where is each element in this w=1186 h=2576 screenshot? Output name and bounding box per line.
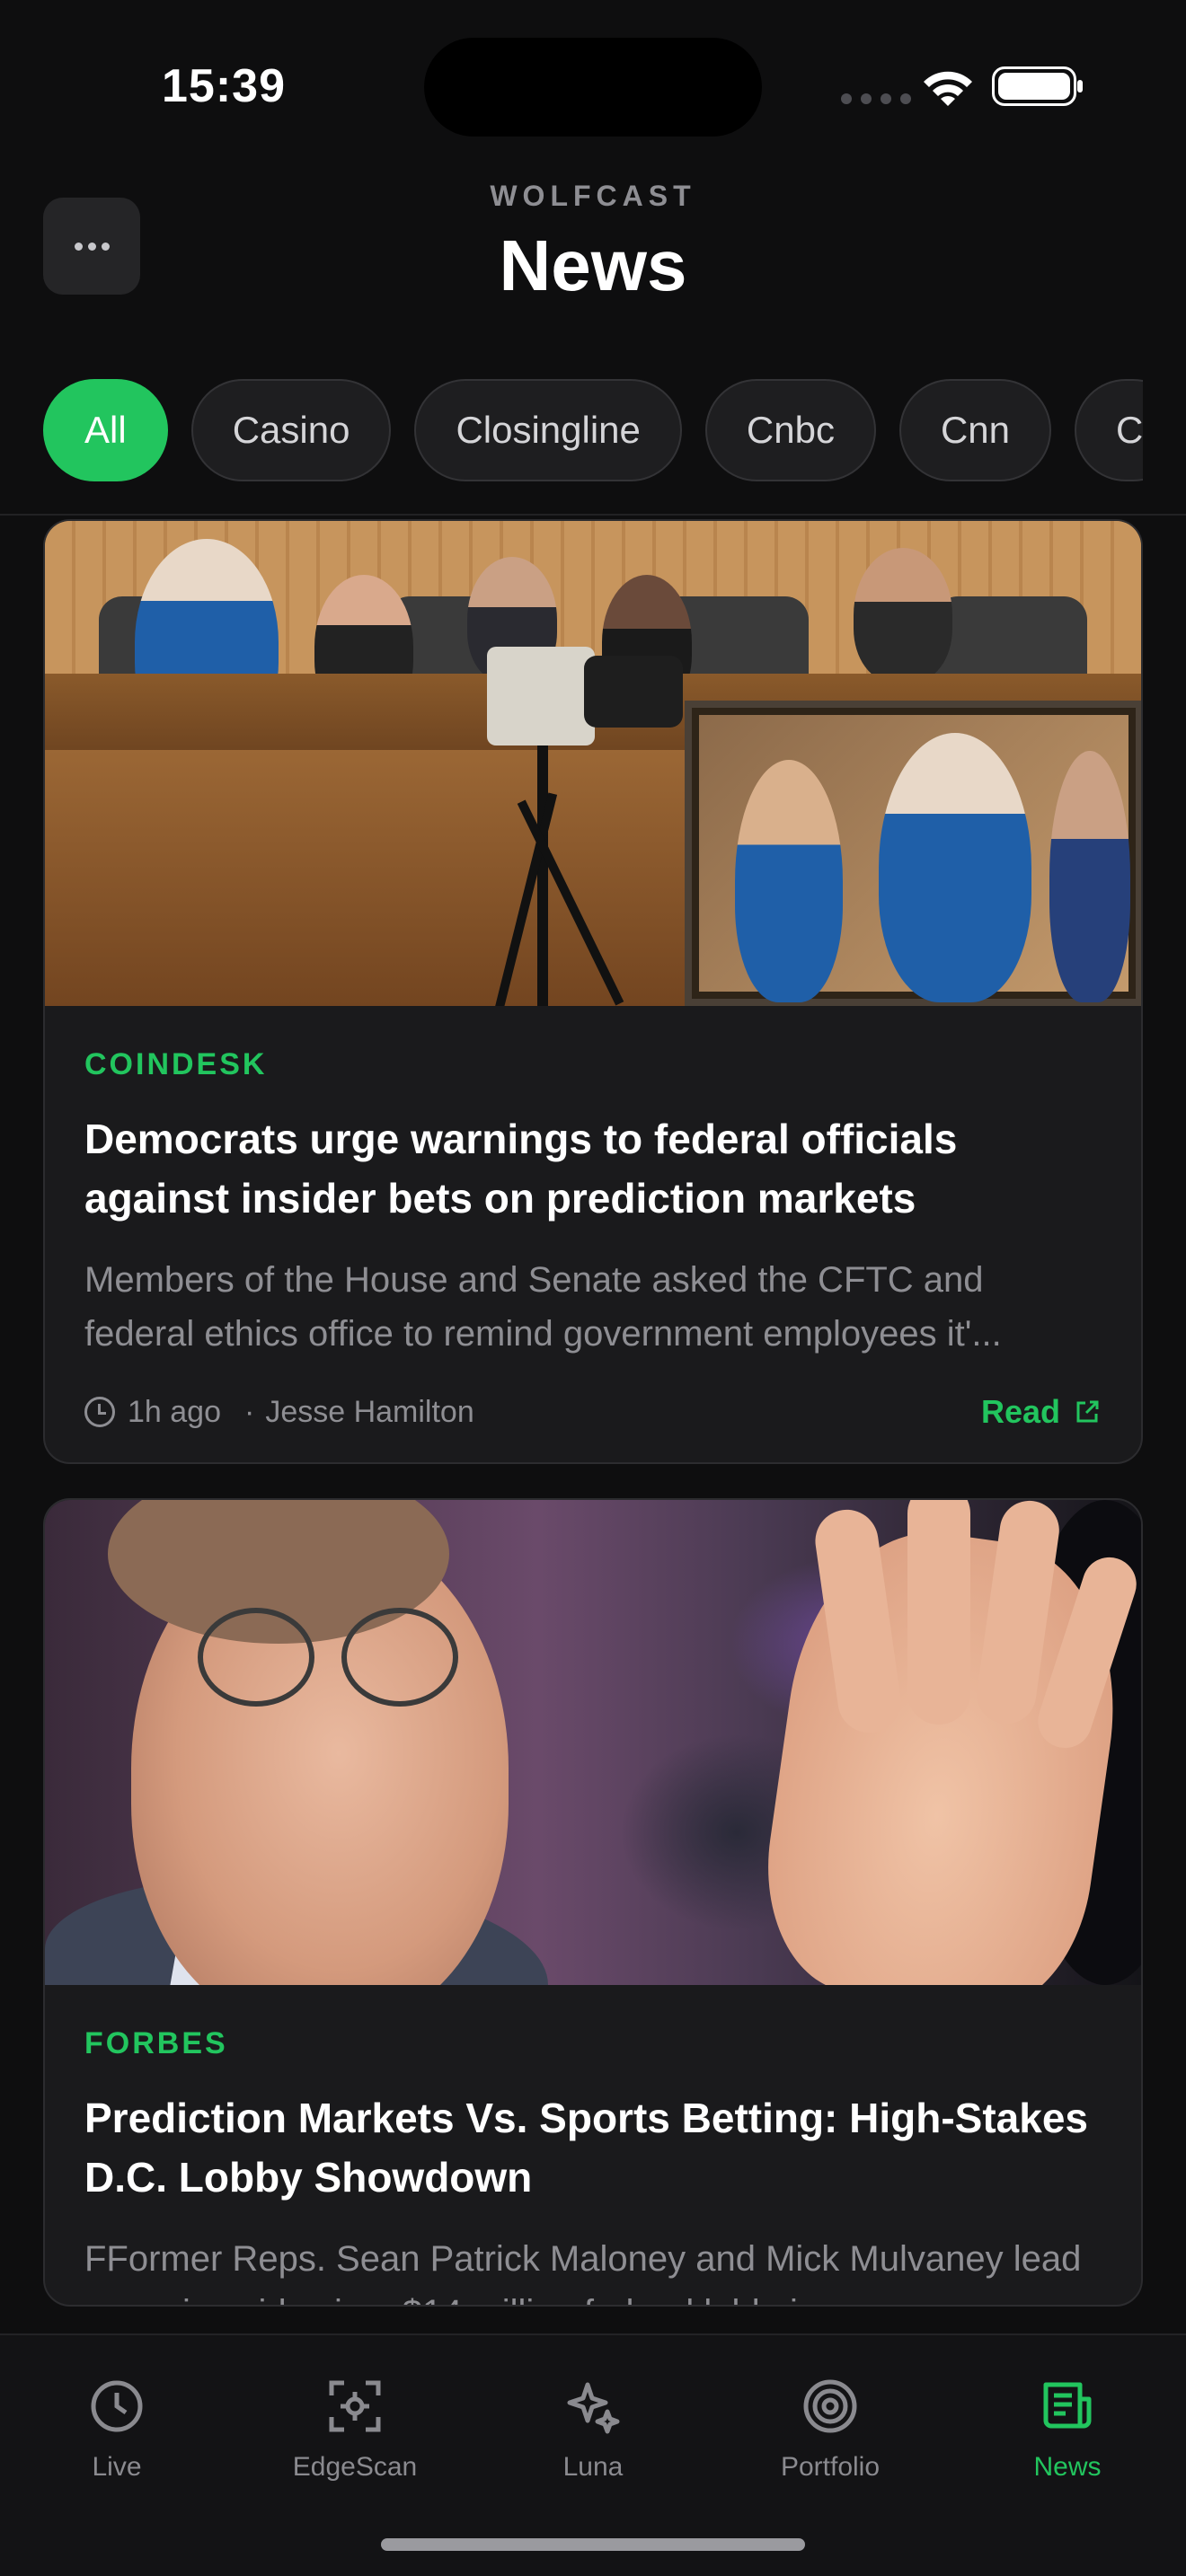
tab-label: Portfolio	[780, 2452, 881, 2482]
cellular-signal-icon	[841, 93, 911, 104]
filter-chip-cnbc[interactable]: Cnbc	[704, 379, 876, 481]
source-filter-bar: All Casino Closingline Cnbc Cnn C	[43, 379, 1143, 481]
read-label: Read	[980, 1393, 1060, 1430]
tab-luna[interactable]: Luna	[503, 2375, 683, 2483]
article-source: COINDESK	[84, 1047, 268, 1081]
tab-news[interactable]: News	[978, 2375, 1157, 2483]
wifi-icon	[924, 71, 972, 106]
sparkle-icon	[562, 2375, 624, 2438]
filter-chip-cnn[interactable]: Cnn	[898, 379, 1052, 481]
read-link[interactable]: Read	[981, 1393, 1102, 1431]
tab-label: News	[1033, 2452, 1102, 2482]
page-title: News	[499, 225, 687, 305]
tab-live[interactable]: Live	[27, 2375, 207, 2483]
article-time: 1h ago	[128, 1394, 221, 1429]
article-card[interactable]: COINDESK Democrats urge warnings to fede…	[43, 519, 1143, 1464]
scan-icon	[323, 2375, 386, 2438]
article-image	[45, 1500, 1141, 1985]
clock-icon	[84, 1397, 115, 1427]
header-divider	[0, 514, 1186, 516]
filter-chip-all[interactable]: All	[43, 379, 168, 481]
article-author: Jesse Hamilton	[265, 1394, 474, 1429]
home-indicator	[381, 2538, 805, 2551]
target-icon	[799, 2375, 862, 2438]
screen: 15:39 WOLFCAST News All Casino Closingli…	[0, 0, 1186, 2576]
tab-edgescan[interactable]: EdgeScan	[265, 2375, 445, 2483]
article-source: FORBES	[84, 2026, 228, 2060]
filter-chip-casino[interactable]: Casino	[190, 379, 392, 481]
brand-label: WOLFCAST	[490, 180, 696, 212]
article-headline[interactable]: Democrats urge warnings to federal offic…	[84, 1109, 1102, 1228]
filter-chip-closingline[interactable]: Closingline	[414, 379, 682, 481]
tab-label: EdgeScan	[292, 2452, 418, 2482]
tab-label: Live	[92, 2452, 142, 2482]
article-image	[45, 521, 1141, 1006]
newspaper-icon	[1036, 2375, 1099, 2438]
battery-icon	[992, 66, 1083, 106]
clock-icon	[85, 2375, 148, 2438]
dynamic-island	[424, 38, 762, 137]
article-card[interactable]: FORBES Prediction Markets Vs. Sports Bet…	[43, 1498, 1143, 2307]
meta-separator: ·	[244, 1394, 255, 1429]
external-link-icon	[1076, 1400, 1099, 1423]
article-summary: Members of the House and Senate asked th…	[84, 1260, 1002, 1354]
filter-chip-partial[interactable]: C	[1075, 379, 1143, 481]
tab-label: Luna	[562, 2452, 624, 2482]
article-meta: 1h ago · Jesse Hamilton Read	[84, 1393, 1102, 1431]
article-summary: FFormer Reps. Sean Patrick Maloney and M…	[84, 2239, 1082, 2305]
status-time: 15:39	[162, 60, 286, 112]
tab-portfolio[interactable]: Portfolio	[740, 2375, 920, 2483]
article-headline[interactable]: Prediction Markets Vs. Sports Betting: H…	[84, 2088, 1102, 2207]
